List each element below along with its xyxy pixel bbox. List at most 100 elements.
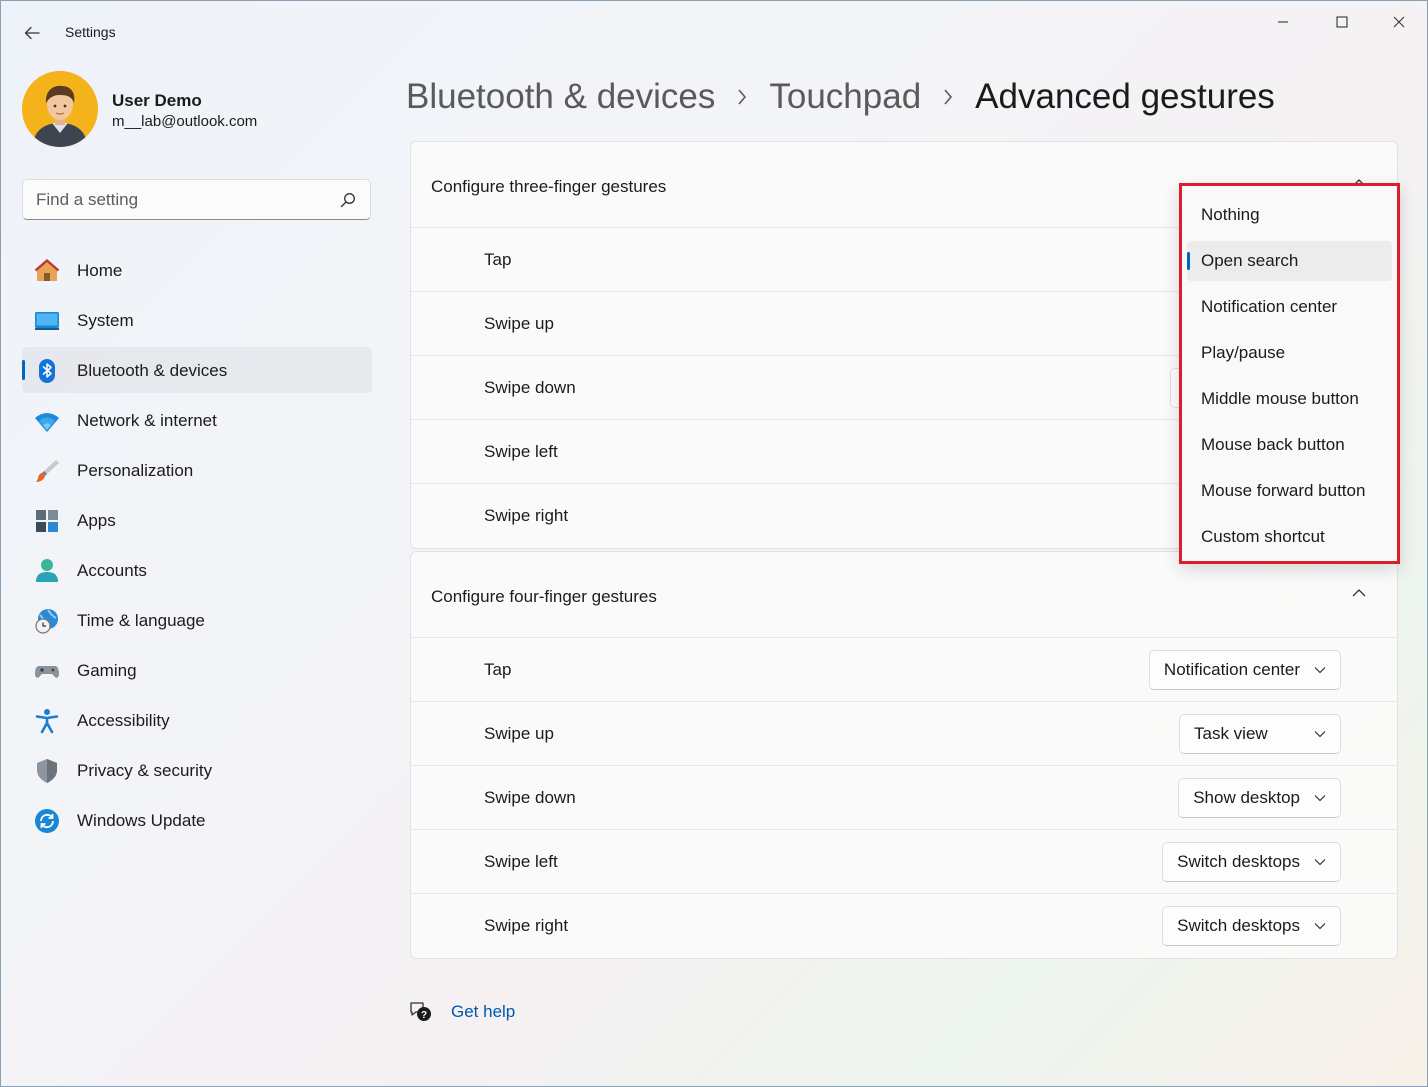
option-custom-shortcut[interactable]: Custom shortcut	[1187, 517, 1392, 557]
sidebar-item-label: Network & internet	[77, 411, 217, 430]
sidebar-item-accounts[interactable]: Accounts	[22, 547, 372, 593]
sidebar-item-bluetooth-devices[interactable]: Bluetooth & devices	[22, 347, 372, 393]
option-label: Mouse forward button	[1201, 481, 1366, 500]
title-bar: Settings	[1, 1, 1427, 65]
minimize-button[interactable]	[1257, 9, 1309, 35]
sidebar-item-label: Apps	[77, 511, 116, 530]
help-chat-icon[interactable]: ?	[408, 999, 432, 1023]
accessibility-icon	[35, 709, 59, 734]
back-arrow-icon	[24, 26, 40, 40]
four-finger-gestures-card: Configure four-finger gestures Tap Notif…	[410, 551, 1398, 959]
maximize-button[interactable]	[1316, 9, 1368, 35]
sidebar-item-system[interactable]: System	[22, 297, 372, 343]
select-value: Switch desktops	[1177, 916, 1300, 935]
option-label: Custom shortcut	[1201, 527, 1325, 546]
search-icon[interactable]	[340, 192, 356, 208]
page-title: Advanced gestures	[975, 77, 1275, 116]
option-notification-center[interactable]: Notification center	[1187, 287, 1392, 327]
user-avatar-icon	[22, 71, 98, 147]
sidebar-item-label: Personalization	[77, 461, 194, 480]
option-label: Mouse back button	[1201, 435, 1345, 454]
gesture-row-swipe-right: Swipe right Switch desktops	[411, 894, 1397, 958]
gamepad-icon	[35, 666, 59, 678]
select-value: Show desktop	[1193, 788, 1300, 807]
option-middle-mouse-button[interactable]: Middle mouse button	[1187, 379, 1392, 419]
sidebar-item-windows-update[interactable]: Windows Update	[22, 797, 372, 843]
user-email: m__lab@outlook.com	[112, 113, 258, 130]
sidebar-item-personalization[interactable]: Personalization	[22, 447, 372, 493]
breadcrumb: Bluetooth & devices Touchpad Advanced ge…	[406, 73, 1275, 121]
gesture-label: Swipe down	[484, 788, 576, 807]
gesture-label: Swipe down	[484, 378, 576, 397]
sidebar-item-label: Privacy & security	[77, 761, 213, 780]
chevron-down-icon	[1314, 731, 1326, 738]
chevron-right-icon	[943, 88, 953, 106]
sidebar-item-gaming[interactable]: Gaming	[22, 647, 372, 693]
sidebar-nav: Home System Bluetooth & devices Network …	[22, 247, 372, 847]
settings-window: Settings User Demo m__lab@outlook.com Fi…	[0, 0, 1428, 1087]
sidebar-item-label: Accessibility	[77, 711, 170, 730]
option-nothing[interactable]: Nothing	[1187, 195, 1392, 235]
chevron-down-icon	[1314, 923, 1326, 930]
bluetooth-icon	[39, 359, 55, 383]
option-label: Middle mouse button	[1201, 389, 1359, 408]
minimize-icon	[1278, 21, 1288, 23]
gesture-row-tap: Tap Notification center	[411, 638, 1397, 702]
gesture-row-swipe-left: Swipe left Switch desktops	[411, 830, 1397, 894]
get-help-link[interactable]: Get help	[451, 1002, 515, 1022]
chevron-down-icon	[1314, 795, 1326, 802]
breadcrumb-touchpad[interactable]: Touchpad	[769, 77, 921, 117]
chevron-down-icon	[1314, 859, 1326, 866]
tap-action-select[interactable]: Notification center	[1148, 650, 1341, 690]
sidebar-item-label: Bluetooth & devices	[77, 361, 228, 380]
svg-text:?: ?	[421, 1010, 427, 1021]
chevron-up-icon[interactable]	[1351, 588, 1367, 598]
option-open-search[interactable]: Open search	[1187, 241, 1392, 281]
option-mouse-forward-button[interactable]: Mouse forward button	[1187, 471, 1392, 511]
maximize-icon	[1336, 16, 1348, 28]
select-value: Switch desktops	[1177, 852, 1300, 871]
home-icon	[34, 259, 60, 281]
avatar[interactable]	[22, 71, 98, 147]
search-box[interactable]	[22, 179, 371, 220]
sidebar-item-home[interactable]: Home	[22, 247, 372, 293]
gesture-row-swipe-up: Swipe up Task view	[411, 702, 1397, 766]
option-label: Notification center	[1201, 297, 1338, 316]
gesture-label: Tap	[484, 250, 512, 269]
close-icon	[1393, 16, 1405, 28]
gesture-label: Swipe left	[484, 442, 558, 461]
sidebar-item-network[interactable]: Network & internet	[22, 397, 372, 443]
app-title: Settings	[65, 24, 116, 40]
select-value: Task view	[1194, 724, 1268, 743]
chevron-right-icon	[737, 88, 747, 106]
breadcrumb-bluetooth-devices[interactable]: Bluetooth & devices	[406, 77, 715, 117]
option-label: Open search	[1201, 251, 1299, 270]
back-button[interactable]	[15, 19, 49, 47]
section-title: Configure three-finger gestures	[431, 177, 667, 196]
search-input[interactable]	[36, 180, 326, 219]
brush-icon	[36, 460, 59, 482]
sidebar-item-apps[interactable]: Apps	[22, 497, 372, 543]
system-icon	[35, 312, 59, 330]
apps-icon	[36, 510, 58, 532]
four-finger-header[interactable]: Configure four-finger gestures	[411, 552, 1397, 638]
gesture-row-swipe-down: Swipe down Show desktop	[411, 766, 1397, 830]
close-button[interactable]	[1373, 9, 1425, 35]
swipe-right-action-select[interactable]: Switch desktops	[1162, 906, 1341, 946]
swipe-left-action-select[interactable]: Switch desktops	[1162, 842, 1341, 882]
globe-clock-icon	[35, 609, 58, 634]
sidebar-item-label: Gaming	[77, 661, 137, 680]
sidebar-item-label: Time & language	[77, 611, 205, 630]
option-label: Nothing	[1201, 205, 1260, 224]
gesture-label: Swipe right	[484, 506, 569, 525]
swipe-up-action-select[interactable]: Task view	[1179, 714, 1341, 754]
gesture-label: Swipe up	[484, 314, 554, 333]
sidebar-item-time-language[interactable]: Time & language	[22, 597, 372, 643]
option-play-pause[interactable]: Play/pause	[1187, 333, 1392, 373]
sidebar-item-privacy-security[interactable]: Privacy & security	[22, 747, 372, 793]
gesture-label: Swipe right	[484, 916, 569, 935]
sidebar-item-accessibility[interactable]: Accessibility	[22, 697, 372, 743]
update-icon	[35, 809, 59, 833]
option-mouse-back-button[interactable]: Mouse back button	[1187, 425, 1392, 465]
swipe-down-action-select[interactable]: Show desktop	[1178, 778, 1341, 818]
